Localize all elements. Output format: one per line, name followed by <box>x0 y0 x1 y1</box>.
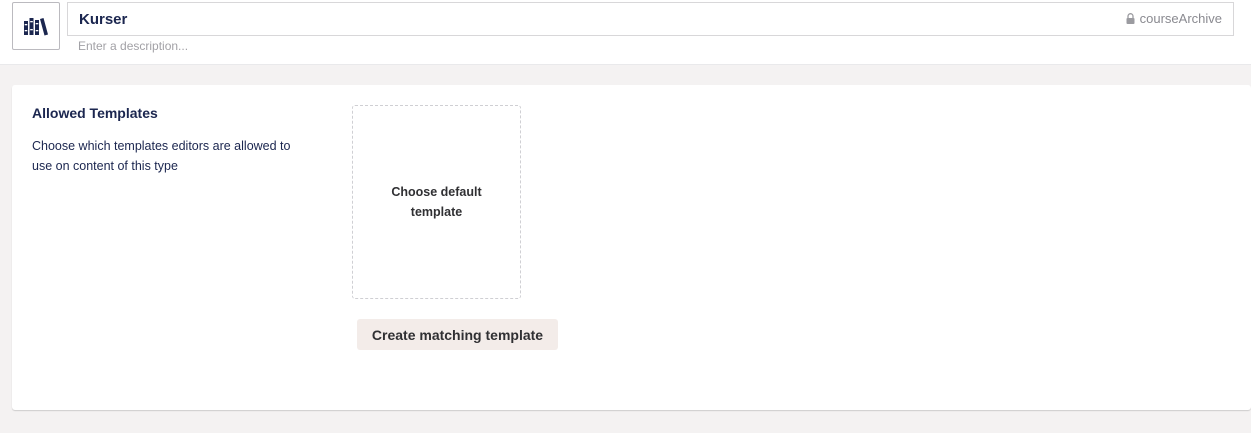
choose-default-template-label: Choose default template <box>391 185 482 219</box>
lock-icon <box>1126 13 1135 24</box>
content-type-header: courseArchive <box>0 0 1251 65</box>
books-icon <box>24 18 48 36</box>
create-matching-template-button[interactable]: Create matching template <box>357 319 558 350</box>
content-type-icon-picker[interactable] <box>12 2 60 50</box>
name-input[interactable] <box>79 9 1079 29</box>
section-description: Choose which templates editors are allow… <box>32 139 291 173</box>
choose-default-template-button[interactable]: Choose default template <box>352 105 521 299</box>
alias-text: courseArchive <box>1139 11 1222 26</box>
allowed-templates-panel: Allowed Templates Choose which templates… <box>12 85 1251 410</box>
alias-locked[interactable]: courseArchive <box>1126 11 1222 26</box>
description-input[interactable] <box>78 38 678 54</box>
name-field[interactable]: courseArchive <box>67 2 1234 36</box>
section-title: Allowed Templates <box>32 105 158 121</box>
